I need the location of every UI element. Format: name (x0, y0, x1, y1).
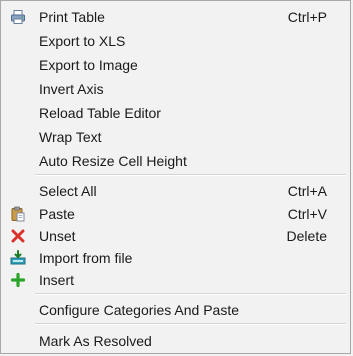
menu-item-label: Reload Table Editor (39, 105, 161, 121)
menu-item-label: Invert Axis (39, 81, 104, 97)
menu-separator (35, 323, 346, 325)
menu-item-export-to-xls[interactable]: Export to XLS (2, 29, 349, 53)
menu-item-shortcut: Ctrl+A (287, 183, 327, 199)
menu-item-label: Export to XLS (39, 33, 126, 49)
menu-item-configure-categories-and-paste[interactable]: Configure Categories And Paste (2, 298, 349, 322)
red-x-icon (10, 228, 26, 244)
menu-separator (35, 293, 346, 295)
menu-item-insert[interactable]: Insert (2, 268, 349, 292)
menu-item-unset[interactable]: Unset Delete (2, 224, 349, 248)
context-menu: Print Table Ctrl+P Export to XLS Export … (0, 0, 351, 354)
menu-item-label: Auto Resize Cell Height (39, 153, 187, 169)
menu-item-label: Print Table (39, 9, 105, 25)
menu-item-label: Unset (39, 228, 76, 244)
menu-item-wrap-text[interactable]: Wrap Text (2, 125, 349, 149)
menu-item-export-to-image[interactable]: Export to Image (2, 53, 349, 77)
menu-item-reload-table-editor[interactable]: Reload Table Editor (2, 101, 349, 125)
menu-item-shortcut: Delete (286, 228, 327, 244)
clipboard-paste-icon (10, 206, 26, 222)
menu-item-label: Select All (39, 183, 97, 199)
menu-item-auto-resize-cell-height[interactable]: Auto Resize Cell Height (2, 149, 349, 173)
menu-item-label: Paste (39, 206, 75, 222)
menu-item-shortcut: Ctrl+V (287, 206, 327, 222)
menu-item-label: Insert (39, 272, 75, 288)
menu-item-paste[interactable]: Paste Ctrl+V (2, 202, 349, 226)
menu-item-label: Import from file (39, 250, 133, 266)
menu-item-print-table[interactable]: Print Table Ctrl+P (2, 5, 349, 29)
import-file-icon (10, 250, 26, 266)
menu-item-label: Wrap Text (39, 129, 102, 145)
menu-item-label: Configure Categories And Paste (39, 302, 240, 318)
menu-separator (35, 174, 346, 176)
menu-item-select-all[interactable]: Select All Ctrl+A (2, 179, 349, 203)
menu-item-shortcut: Ctrl+P (287, 9, 327, 25)
menu-item-mark-as-resolved[interactable]: Mark As Resolved (2, 329, 349, 353)
green-plus-icon (10, 272, 26, 288)
menu-item-label: Export to Image (39, 57, 138, 73)
printer-icon (10, 9, 26, 25)
menu-item-invert-axis[interactable]: Invert Axis (2, 77, 349, 101)
menu-item-label: Mark As Resolved (39, 333, 152, 349)
menu-item-import-from-file[interactable]: Import from file (2, 246, 349, 270)
